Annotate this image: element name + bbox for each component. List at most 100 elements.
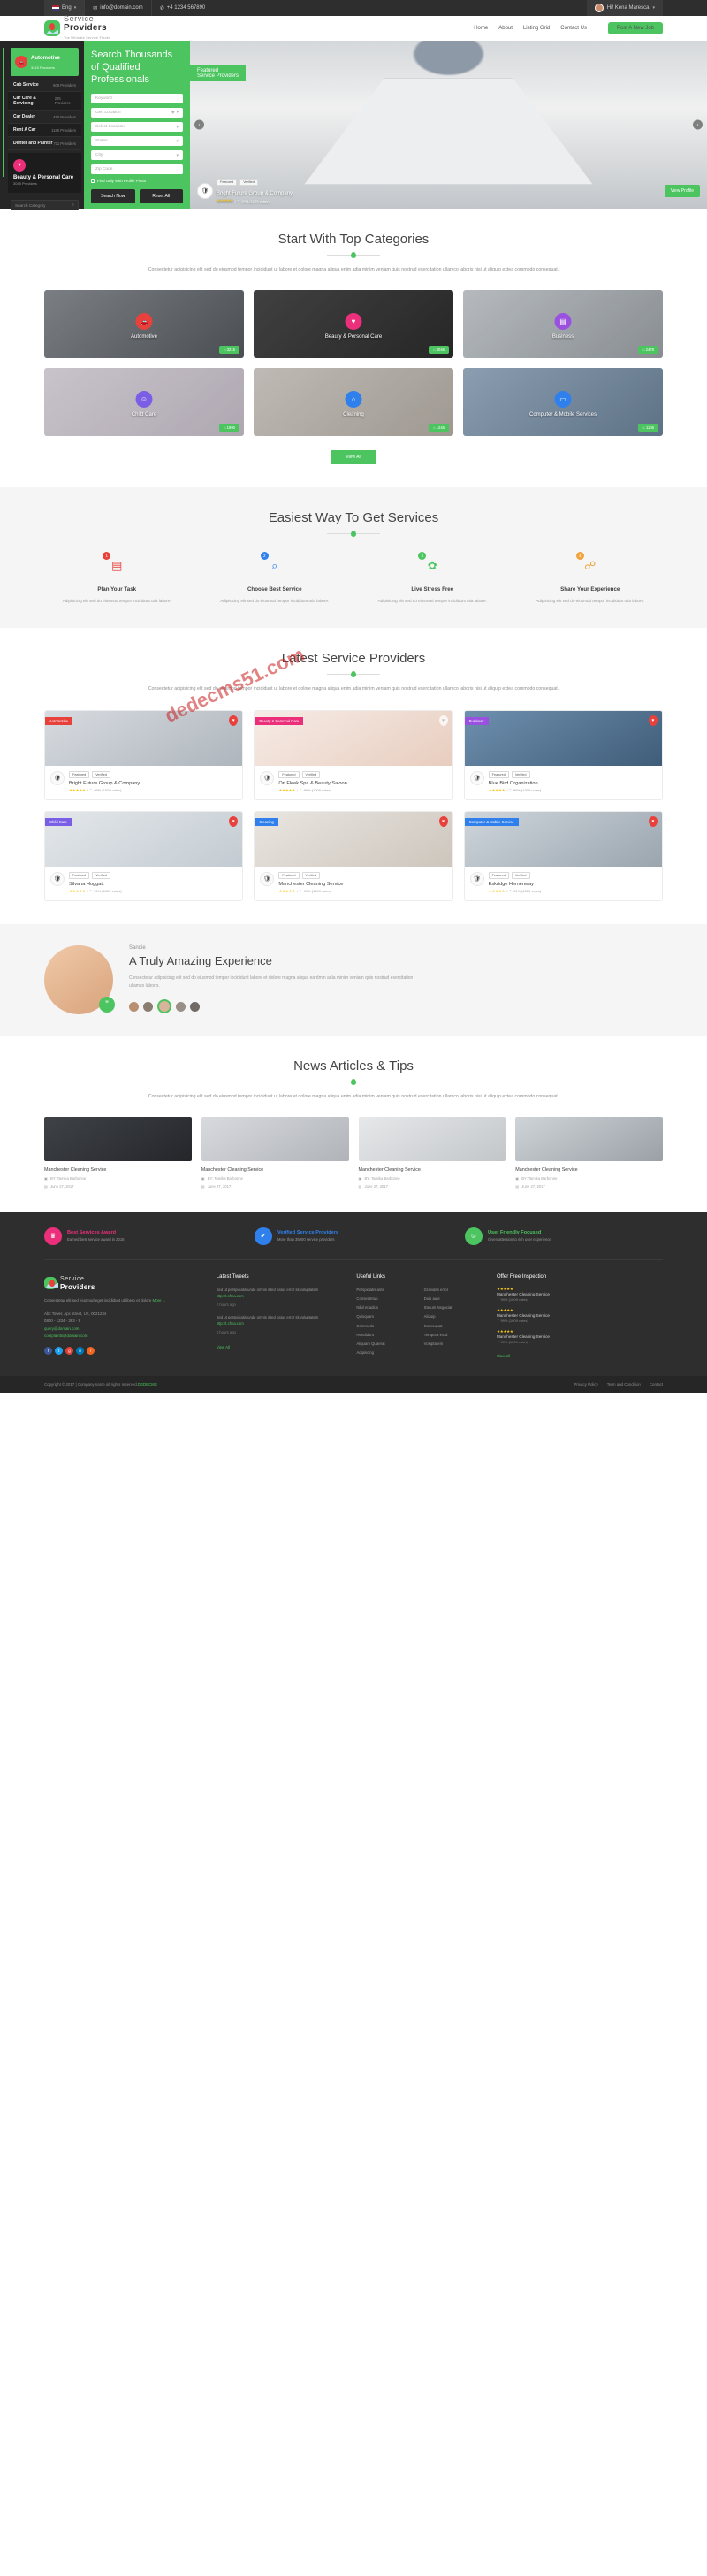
topbar-phone[interactable]: ✆ +4 1234 567890 bbox=[152, 0, 214, 16]
category-card[interactable]: ♥ Beauty & Personal Care ⌂ 3045 bbox=[254, 290, 453, 359]
news-card[interactable]: Manchester Cleaning Service ▣ BY: Tamika … bbox=[358, 1116, 506, 1189]
category-count-badge: ⌂ 3215 bbox=[218, 346, 239, 355]
provider-card[interactable]: Cleaning ♥ 🛡 Featured Verified Mancheste… bbox=[254, 810, 453, 901]
view-profile-button[interactable]: View Profile bbox=[664, 185, 700, 197]
footer-logo[interactable]: Service Providers bbox=[44, 1274, 204, 1292]
useful-link[interactable]: Aliquip bbox=[424, 1313, 484, 1320]
testimonial-thumb[interactable] bbox=[143, 1001, 153, 1012]
slider-prev-button[interactable]: ‹ bbox=[194, 119, 204, 130]
useful-link[interactable]: Hendidunt bbox=[356, 1332, 416, 1339]
useful-link[interactable]: Duis aute bbox=[424, 1296, 484, 1303]
sidebar-item-cab-service[interactable]: Cab Service 609 Providers bbox=[8, 79, 81, 92]
sidebar-item-car-dealer[interactable]: Car Dealer 490 Providers bbox=[8, 111, 81, 124]
user-menu[interactable]: Hi! Kena Maresca ▾ bbox=[586, 0, 663, 16]
tweet-link[interactable]: http://t.cfma.com bbox=[217, 1294, 244, 1298]
favorite-heart-icon[interactable]: ♥ bbox=[648, 715, 658, 726]
provider-card[interactable]: Beauty & Personal Care ♥ 🛡 Featured Veri… bbox=[254, 709, 453, 800]
testimonial-thumb-active[interactable] bbox=[157, 999, 171, 1014]
keyword-input[interactable]: Keyword bbox=[91, 94, 183, 104]
topbar-email[interactable]: ✉ info@domain.com bbox=[85, 0, 150, 16]
provider-image: Automotive ♥ bbox=[45, 710, 243, 766]
news-title: Manchester Cleaning Service bbox=[201, 1166, 264, 1173]
useful-link[interactable]: Gravidas error bbox=[424, 1287, 484, 1294]
tweet-link[interactable]: http://t.cfma.com bbox=[217, 1321, 244, 1326]
news-card[interactable]: Manchester Cleaning Service ▣ BY: Tamika … bbox=[515, 1116, 663, 1189]
category-card[interactable]: ☺ Child Care ⌂ 1890 bbox=[44, 368, 244, 437]
category-card[interactable]: ⌂ Cleaning ⌂ 1245 bbox=[254, 368, 453, 437]
sidebar-item-denter-painter[interactable]: Denter and Painter 711 Providers bbox=[8, 137, 81, 150]
useful-link[interactable]: Voluptatem bbox=[424, 1341, 484, 1348]
nav-item-about[interactable]: About bbox=[498, 26, 513, 31]
search-now-button[interactable]: Search Now bbox=[91, 189, 135, 204]
twitter-icon[interactable]: t bbox=[55, 1347, 63, 1356]
offers-view-all-link[interactable]: View All bbox=[497, 1354, 510, 1358]
slider-next-button[interactable]: › bbox=[693, 119, 703, 130]
google-plus-icon[interactable]: g bbox=[65, 1347, 73, 1356]
rating-stars: ★★★★★ bbox=[69, 787, 86, 792]
sidebar-item-rent-a-car[interactable]: Rent A Car 1180 Providers bbox=[8, 124, 81, 137]
reset-all-button[interactable]: Reset All bbox=[139, 189, 183, 204]
city-dropdown[interactable]: City ▾ bbox=[91, 150, 183, 161]
useful-link[interactable]: Nihil et adios bbox=[356, 1304, 416, 1311]
zip-code-input[interactable]: Zip Code bbox=[91, 164, 183, 175]
useful-link[interactable]: Adipiscing bbox=[356, 1349, 416, 1357]
testimonial-thumb[interactable] bbox=[176, 1001, 186, 1012]
offer-item[interactable]: ★★★★★ Manchester Cleaning Service ⌃ 99% … bbox=[497, 1329, 663, 1344]
linkedin-icon[interactable]: in bbox=[76, 1347, 84, 1356]
geo-location-input[interactable]: Geo Location ◈ ▾ bbox=[91, 108, 183, 118]
footer-email-2[interactable]: complaints@domain.com bbox=[44, 1333, 204, 1340]
offer-item[interactable]: ★★★★★ Manchester Cleaning Service ⌃ 99% … bbox=[497, 1308, 663, 1323]
sidebar-active-category[interactable]: 🚗 Automotive 3215 Providers bbox=[11, 48, 79, 76]
category-card[interactable]: 🚗 Automotive ⌂ 3215 bbox=[44, 290, 244, 359]
useful-link[interactable]: Aliquam Quaerat bbox=[356, 1341, 416, 1348]
provider-card[interactable]: Automotive ♥ 🛡 Featured Verified Bright … bbox=[44, 709, 244, 800]
favorite-heart-icon[interactable]: ♥ bbox=[229, 715, 239, 726]
map-pin-logo-icon bbox=[44, 20, 60, 36]
contact-link[interactable]: Contact bbox=[650, 1382, 663, 1387]
terms-link[interactable]: Term and Condition bbox=[607, 1382, 641, 1387]
testimonial-thumb[interactable] bbox=[129, 1001, 139, 1012]
useful-link[interactable]: Consequat bbox=[424, 1323, 484, 1330]
useful-link[interactable]: Perspiciatis ante bbox=[356, 1287, 416, 1294]
useful-link[interactable]: Consectetuo bbox=[356, 1296, 416, 1303]
category-card[interactable]: ▤ Business ⌂ 2478 bbox=[463, 290, 663, 359]
offer-item[interactable]: ★★★★★ Manchester Cleaning Service ⌃ 99% … bbox=[497, 1287, 663, 1302]
nav-item-contact-us[interactable]: Contact Us bbox=[560, 26, 587, 31]
category-card[interactable]: ▭ Computer & Mobile Services ⌂ 1106 bbox=[463, 368, 663, 437]
favorite-heart-icon[interactable]: ♥ bbox=[438, 715, 448, 726]
news-card[interactable]: Manchester Cleaning Service ▣ BY: Tamika … bbox=[44, 1116, 192, 1189]
news-card[interactable]: Manchester Cleaning Service ▣ BY: Tamika … bbox=[201, 1116, 349, 1189]
favorite-heart-icon[interactable]: ♥ bbox=[438, 815, 448, 827]
testimonial-thumb[interactable] bbox=[190, 1001, 200, 1012]
categories-view-all-button[interactable]: View All bbox=[331, 450, 376, 465]
states-dropdown[interactable]: States ▾ bbox=[91, 136, 183, 147]
useful-link[interactable]: Quisquam bbox=[356, 1313, 416, 1320]
favorite-heart-icon[interactable]: ♥ bbox=[648, 815, 658, 827]
section-divider bbox=[327, 671, 380, 678]
useful-link[interactable]: Tempora incid bbox=[424, 1332, 484, 1339]
copyright-link[interactable]: DEDECMS bbox=[138, 1382, 157, 1387]
provider-card[interactable]: Computer & Mobile Service ♥ 🛡 Featured V… bbox=[463, 810, 663, 901]
useful-link[interactable]: Stetum Negociati bbox=[424, 1304, 484, 1311]
facebook-icon[interactable]: f bbox=[44, 1347, 52, 1356]
provider-card[interactable]: Business ♥ 🛡 Featured Verified Blue Bird… bbox=[463, 709, 663, 800]
nav-item-home[interactable]: Home bbox=[474, 26, 488, 31]
rss-icon[interactable]: r bbox=[87, 1347, 95, 1356]
footer-email[interactable]: query@domain.com bbox=[44, 1326, 204, 1333]
privacy-policy-link[interactable]: Privacy Policy bbox=[574, 1382, 597, 1387]
useful-link[interactable]: Commodo bbox=[356, 1323, 416, 1330]
favorite-heart-icon[interactable]: ♥ bbox=[229, 815, 239, 827]
sidebar-item-car-care[interactable]: Car Care & Servicing 225 Providers bbox=[8, 92, 81, 111]
post-job-button[interactable]: Post A New Job bbox=[607, 22, 663, 34]
profile-photo-checkbox[interactable]: Find Only With Profile Photo bbox=[91, 179, 183, 184]
tweets-view-all-link[interactable]: View All bbox=[217, 1345, 230, 1349]
category-search-input[interactable]: Search Category ⌕ bbox=[11, 200, 79, 210]
sidebar-item-beauty-personal-care[interactable]: ♥ Beauty & Personal Care 3045 Providers bbox=[8, 153, 81, 193]
logo[interactable]: Service Providers The Ultimate Service F… bbox=[44, 15, 110, 42]
provider-card[interactable]: Child Care ♥ 🛡 Featured Verified Silvana… bbox=[44, 810, 244, 901]
about-more-link[interactable]: More ... bbox=[153, 1298, 166, 1303]
nav-item-listing-grid[interactable]: Listing Grid bbox=[523, 26, 550, 31]
category-name: Car Dealer bbox=[13, 114, 36, 119]
select-location-dropdown[interactable]: Select Location ▾ bbox=[91, 122, 183, 133]
logo-line1: Service bbox=[64, 14, 95, 23]
